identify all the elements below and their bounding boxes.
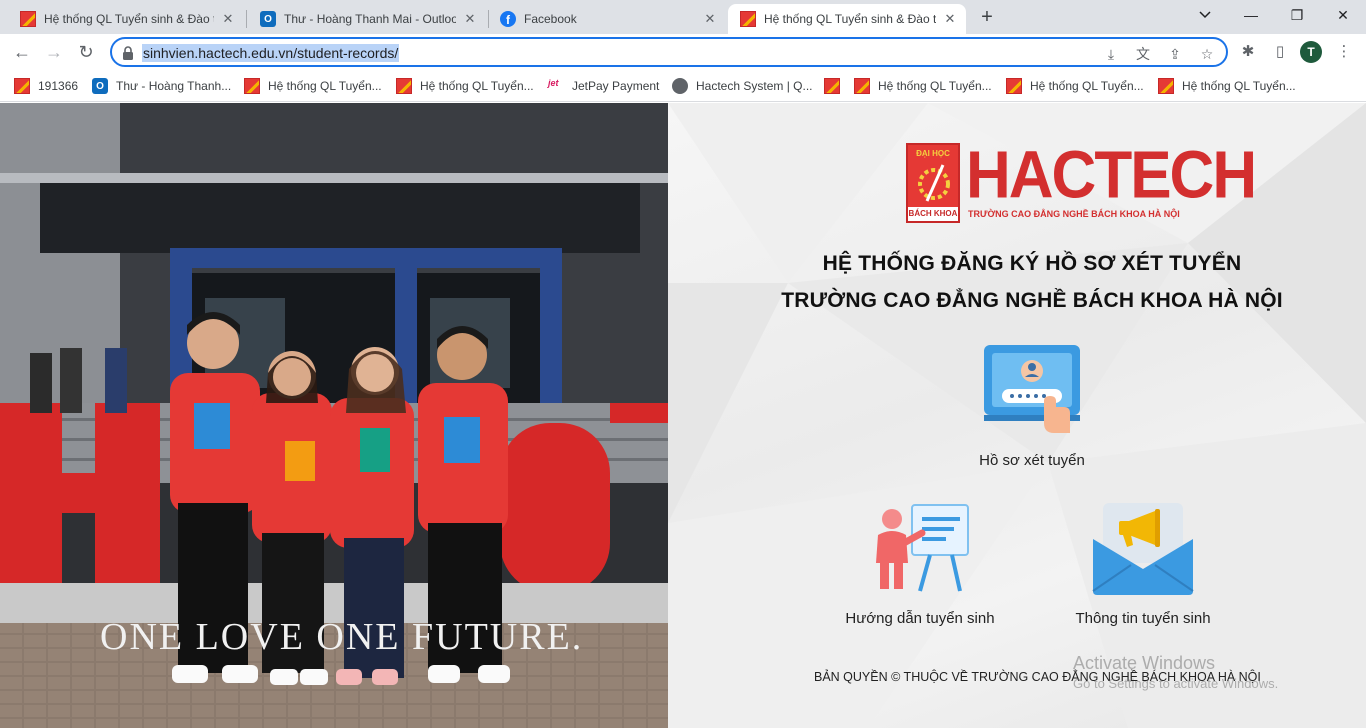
watermark-title: Activate Windows bbox=[1073, 653, 1216, 673]
bookmark-label: Hệ thống QL Tuyển... bbox=[878, 79, 992, 93]
logo-subtitle: TRƯỜNG CAO ĐẲNG NGHỀ BÁCH KHOA HÀ NỘI bbox=[968, 209, 1180, 219]
bookmark-item[interactable]: Hactech System | Q... bbox=[672, 76, 812, 96]
tab-title: Thư - Hoàng Thanh Mai - Outlook bbox=[284, 12, 456, 26]
campus-hero-photo: ONE LOVE ONE FUTURE. bbox=[0, 103, 668, 728]
hactech-favicon bbox=[1158, 78, 1174, 94]
info-card[interactable]: Thông tin tuyển sinh bbox=[1056, 499, 1230, 627]
hactech-favicon bbox=[854, 78, 870, 94]
bookmark-item[interactable] bbox=[824, 76, 848, 96]
bookmark-label: 191366 bbox=[38, 79, 79, 93]
bookmark-item[interactable]: Hệ thống QL Tuyển... bbox=[244, 76, 382, 96]
guide-card[interactable]: Hướng dẫn tuyển sinh bbox=[830, 499, 1010, 627]
emblem-bottom-text: BÁCH KHOA bbox=[908, 207, 958, 221]
hactech-favicon bbox=[1006, 78, 1022, 94]
hactech-favicon bbox=[740, 11, 756, 27]
tab-4-active[interactable]: Hệ thống QL Tuyển sinh & Đào tạo ✕ bbox=[728, 4, 966, 34]
registration-panel: ĐẠI HỌC BÁCH KHOA HACTECH TRƯỜNG CAO ĐẲN… bbox=[668, 103, 1366, 728]
install-app-icon[interactable]: ⤓ bbox=[1102, 45, 1120, 63]
facebook-favicon: f bbox=[500, 11, 516, 27]
page-title-line-1: HỆ THỐNG ĐĂNG KÝ HỒ SƠ XÉT TUYỂN bbox=[822, 252, 1242, 275]
extensions-puzzle-icon[interactable]: ✱ bbox=[1238, 42, 1258, 62]
forward-arrow-icon[interactable]: → bbox=[40, 38, 68, 66]
bookmark-star-icon[interactable]: ☆ bbox=[1198, 45, 1216, 63]
bookmark-label: Thư - Hoàng Thanh... bbox=[116, 79, 232, 93]
tab-strip: Hệ thống QL Tuyển sinh & Đào tạo ✕ O Thư… bbox=[0, 0, 1366, 34]
tab-title: Facebook bbox=[524, 12, 577, 26]
outlook-favicon: O bbox=[92, 78, 108, 94]
tab-search-chevron-icon[interactable] bbox=[1182, 0, 1228, 30]
teacher-board-icon[interactable] bbox=[868, 499, 972, 595]
side-panel-icon[interactable]: ▯ bbox=[1270, 42, 1290, 62]
jetpay-favicon: jet bbox=[548, 78, 559, 88]
tab-3[interactable]: f Facebook ✕ bbox=[488, 4, 726, 34]
restore-button[interactable]: ❐ bbox=[1274, 0, 1320, 30]
profile-avatar[interactable]: T bbox=[1300, 41, 1322, 63]
browser-toolbar: ← → ↻ sinhvien.hactech.edu.vn/student-re… bbox=[0, 34, 1366, 70]
guide-card-label[interactable]: Hướng dẫn tuyển sinh bbox=[830, 610, 1010, 627]
new-tab-button[interactable]: + bbox=[976, 6, 998, 28]
share-icon[interactable]: ⇪ bbox=[1166, 45, 1184, 63]
tab-1[interactable]: Hệ thống QL Tuyển sinh & Đào tạo ✕ bbox=[8, 4, 244, 34]
windows-activation-watermark: Activate Windows Go to Settings to activ… bbox=[1073, 653, 1278, 691]
records-card-label[interactable]: Hồ sơ xét tuyển bbox=[952, 452, 1112, 469]
hactech-favicon bbox=[396, 78, 412, 94]
bookmark-item[interactable]: 191366 bbox=[14, 76, 78, 96]
lock-icon[interactable] bbox=[121, 45, 135, 61]
close-icon[interactable]: ✕ bbox=[942, 11, 958, 27]
hactech-favicon bbox=[824, 78, 840, 94]
close-icon[interactable]: ✕ bbox=[220, 11, 236, 27]
back-arrow-icon[interactable]: ← bbox=[8, 38, 36, 66]
bookmark-item[interactable]: Hệ thống QL Tuyển... bbox=[1006, 76, 1144, 96]
photo-slogan: ONE LOVE ONE FUTURE. bbox=[100, 616, 584, 658]
bookmark-label: Hệ thống QL Tuyển... bbox=[1182, 79, 1296, 93]
bookmark-item[interactable]: Hệ thống QL Tuyển... bbox=[854, 76, 992, 96]
close-window-button[interactable]: ✕ bbox=[1320, 0, 1366, 30]
address-bar[interactable]: sinhvien.hactech.edu.vn/student-records/… bbox=[110, 37, 1228, 67]
tab-title: Hệ thống QL Tuyển sinh & Đào tạo bbox=[44, 12, 214, 26]
school-emblem: ĐẠI HỌC BÁCH KHOA bbox=[906, 143, 960, 223]
records-card[interactable]: Hồ sơ xét tuyển bbox=[952, 341, 1112, 469]
more-menu-icon[interactable]: ⋮ bbox=[1334, 42, 1354, 62]
bookmark-item[interactable]: Hệ thống QL Tuyển... bbox=[1158, 76, 1296, 96]
tab-title: Hệ thống QL Tuyển sinh & Đào tạo bbox=[764, 12, 936, 26]
bookmark-label: JetPay Payment bbox=[572, 79, 660, 93]
translate-icon[interactable]: 文 bbox=[1134, 45, 1152, 63]
page-title-line-2: TRƯỜNG CAO ĐẲNG NGHỀ BÁCH KHOA HÀ NỘI bbox=[781, 289, 1283, 312]
profile-login-icon[interactable] bbox=[980, 341, 1084, 437]
hactech-favicon bbox=[14, 78, 30, 94]
close-icon[interactable]: ✕ bbox=[462, 11, 478, 27]
hactech-favicon bbox=[20, 11, 36, 27]
hactech-favicon bbox=[244, 78, 260, 94]
hactech-logo[interactable]: ĐẠI HỌC BÁCH KHOA HACTECH TRƯỜNG CAO ĐẲN… bbox=[906, 138, 1257, 225]
gear-pen-emblem-icon bbox=[918, 164, 950, 202]
bookmark-item[interactable]: Hệ thống QL Tuyển... bbox=[396, 76, 534, 96]
bookmark-label: Hệ thống QL Tuyển... bbox=[1030, 79, 1144, 93]
tab-separator bbox=[246, 10, 247, 28]
url-text[interactable]: sinhvien.hactech.edu.vn/student-records/ bbox=[142, 44, 400, 62]
outlook-favicon: O bbox=[260, 11, 276, 27]
logo-wordmark: HACTECH bbox=[966, 138, 1257, 213]
globe-favicon bbox=[672, 78, 688, 94]
bookmark-label: Hactech System | Q... bbox=[696, 79, 813, 93]
page-content: ONE LOVE ONE FUTURE. ĐẠI HỌC BÁCH KHOA H… bbox=[0, 103, 1366, 728]
emblem-top-text: ĐẠI HỌC bbox=[916, 149, 950, 158]
bookmarks-bar: 191366 O Thư - Hoàng Thanh... Hệ thống Q… bbox=[0, 70, 1366, 102]
bookmark-item[interactable]: O Thư - Hoàng Thanh... bbox=[92, 76, 231, 96]
reload-icon[interactable]: ↻ bbox=[72, 38, 100, 66]
envelope-megaphone-icon[interactable] bbox=[1091, 499, 1195, 595]
watermark-subtitle: Go to Settings to activate Windows. bbox=[1073, 676, 1279, 691]
bookmark-item[interactable]: jet JetPay Payment bbox=[548, 76, 659, 96]
tab-2[interactable]: O Thư - Hoàng Thanh Mai - Outlook ✕ bbox=[248, 4, 486, 34]
info-card-label[interactable]: Thông tin tuyển sinh bbox=[1056, 610, 1230, 627]
minimize-button[interactable]: — bbox=[1228, 0, 1274, 30]
close-icon[interactable]: ✕ bbox=[702, 11, 718, 27]
bookmark-label: Hệ thống QL Tuyển... bbox=[420, 79, 534, 93]
bookmark-label: Hệ thống QL Tuyển... bbox=[268, 79, 382, 93]
